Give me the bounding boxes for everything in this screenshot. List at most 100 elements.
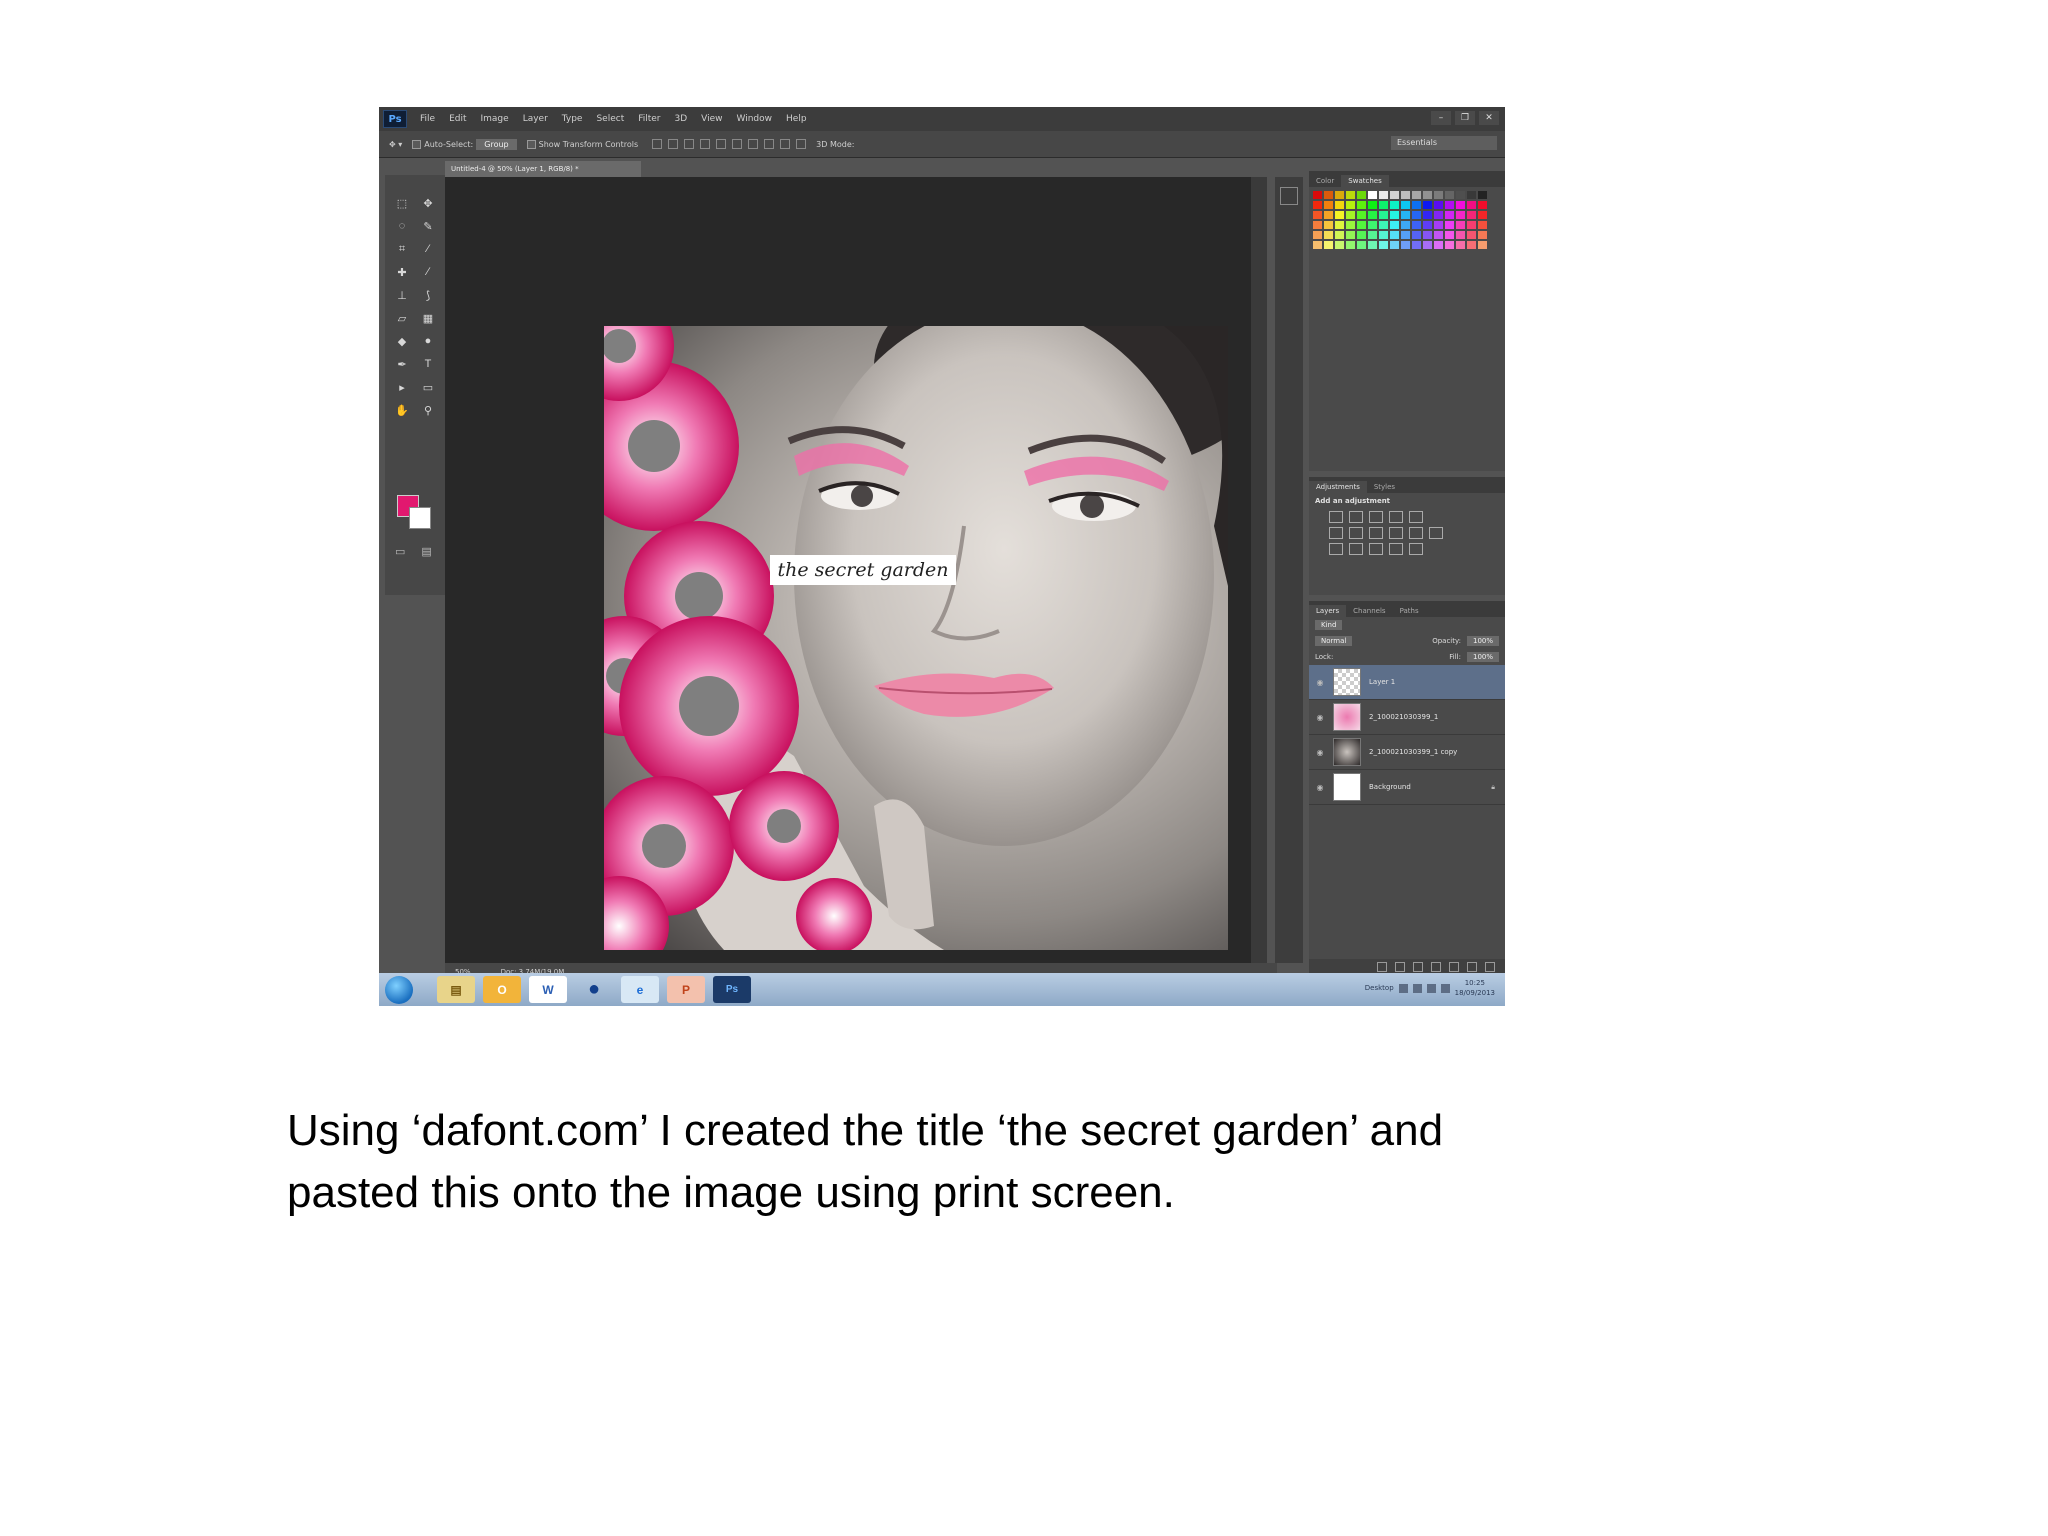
align-icon[interactable] bbox=[716, 139, 727, 149]
swatch[interactable] bbox=[1324, 191, 1333, 199]
volume-icon[interactable] bbox=[1412, 983, 1422, 993]
swatch[interactable] bbox=[1390, 231, 1399, 239]
swatch[interactable] bbox=[1390, 201, 1399, 209]
distribute-icon[interactable] bbox=[764, 139, 775, 149]
swatch[interactable] bbox=[1324, 201, 1333, 209]
close-button[interactable]: ✕ bbox=[1479, 111, 1499, 125]
swatch[interactable] bbox=[1412, 241, 1421, 249]
minimize-button[interactable]: – bbox=[1431, 111, 1451, 125]
swatch[interactable] bbox=[1445, 211, 1454, 219]
swatch[interactable] bbox=[1368, 221, 1377, 229]
swatch[interactable] bbox=[1401, 191, 1410, 199]
swatch[interactable] bbox=[1434, 231, 1443, 239]
tab-styles[interactable]: Styles bbox=[1367, 481, 1402, 493]
swatch[interactable] bbox=[1379, 191, 1388, 199]
swatch[interactable] bbox=[1423, 221, 1432, 229]
menu-3d[interactable]: 3D bbox=[675, 114, 688, 124]
swatch[interactable] bbox=[1390, 241, 1399, 249]
marquee-tool-icon[interactable]: ⬚ bbox=[393, 193, 411, 213]
healing-brush-icon[interactable]: ✚ bbox=[393, 262, 411, 282]
swatch[interactable] bbox=[1368, 201, 1377, 209]
swatch[interactable] bbox=[1456, 221, 1465, 229]
swatch[interactable] bbox=[1368, 241, 1377, 249]
swatch[interactable] bbox=[1379, 221, 1388, 229]
move-tool-icon[interactable]: ✥ ▾ bbox=[389, 140, 402, 149]
layer-row[interactable]: ◉ Background 🔒︎ bbox=[1309, 770, 1505, 805]
swatch[interactable] bbox=[1335, 231, 1344, 239]
eraser-tool-icon[interactable]: ▱ bbox=[393, 308, 411, 328]
lasso-tool-icon[interactable]: ◌ bbox=[393, 216, 411, 236]
swatch[interactable] bbox=[1434, 201, 1443, 209]
swatch[interactable] bbox=[1423, 191, 1432, 199]
swatch[interactable] bbox=[1346, 201, 1355, 209]
explorer-icon[interactable]: ▤ bbox=[437, 976, 475, 1003]
hand-tool-icon[interactable]: ✋ bbox=[393, 400, 411, 420]
swatch[interactable] bbox=[1467, 241, 1476, 249]
swatch[interactable] bbox=[1357, 211, 1366, 219]
transform-controls-checkbox[interactable] bbox=[526, 139, 536, 149]
menu-file[interactable]: File bbox=[420, 114, 435, 124]
desktop-label[interactable]: Desktop bbox=[1365, 984, 1394, 992]
swatch[interactable] bbox=[1445, 221, 1454, 229]
swatch[interactable] bbox=[1423, 241, 1432, 249]
auto-select-option[interactable]: Auto-Select: Group bbox=[412, 138, 517, 150]
align-icon[interactable] bbox=[700, 139, 711, 149]
tab-layers[interactable]: Layers bbox=[1309, 605, 1347, 617]
swatch[interactable] bbox=[1478, 191, 1487, 199]
transform-controls-option[interactable]: Show Transform Controls bbox=[526, 139, 638, 149]
swatch[interactable] bbox=[1346, 211, 1355, 219]
tab-channels[interactable]: Channels bbox=[1346, 605, 1392, 617]
swatch[interactable] bbox=[1412, 191, 1421, 199]
crop-tool-icon[interactable]: ⌗ bbox=[393, 239, 411, 259]
swatch[interactable] bbox=[1478, 231, 1487, 239]
workspace-dropdown[interactable]: Essentials bbox=[1391, 136, 1497, 150]
swatch[interactable] bbox=[1412, 201, 1421, 209]
tab-swatches[interactable]: Swatches bbox=[1341, 175, 1389, 187]
swatch[interactable] bbox=[1313, 241, 1322, 249]
swatch[interactable] bbox=[1401, 221, 1410, 229]
canvas-pasteboard[interactable]: the secret garden bbox=[445, 177, 1267, 963]
photo-filter-icon[interactable] bbox=[1389, 527, 1403, 539]
swatch[interactable] bbox=[1434, 191, 1443, 199]
mask-icon[interactable] bbox=[1413, 962, 1423, 972]
menu-type[interactable]: Type bbox=[562, 114, 583, 124]
swatch[interactable] bbox=[1412, 231, 1421, 239]
network-icon[interactable] bbox=[1398, 983, 1408, 993]
swatch[interactable] bbox=[1467, 201, 1476, 209]
swatch[interactable] bbox=[1445, 191, 1454, 199]
invert-icon[interactable] bbox=[1329, 543, 1343, 555]
color-lookup-icon[interactable] bbox=[1429, 527, 1443, 539]
swatch[interactable] bbox=[1467, 191, 1476, 199]
swatch[interactable] bbox=[1379, 211, 1388, 219]
swatch[interactable] bbox=[1368, 191, 1377, 199]
swatch[interactable] bbox=[1357, 221, 1366, 229]
swatch[interactable] bbox=[1368, 231, 1377, 239]
title-text-card[interactable]: the secret garden bbox=[770, 555, 956, 585]
swatch[interactable] bbox=[1346, 221, 1355, 229]
swatch[interactable] bbox=[1346, 241, 1355, 249]
swatch[interactable] bbox=[1379, 231, 1388, 239]
swatch[interactable] bbox=[1445, 241, 1454, 249]
vibrance-icon[interactable] bbox=[1409, 511, 1423, 523]
swatch[interactable] bbox=[1467, 221, 1476, 229]
quick-select-icon[interactable]: ✎ bbox=[419, 216, 437, 236]
swatch[interactable] bbox=[1390, 191, 1399, 199]
kind-filter-dropdown[interactable]: Kind bbox=[1315, 620, 1343, 630]
tab-color[interactable]: Color bbox=[1309, 175, 1341, 187]
swatch[interactable] bbox=[1357, 241, 1366, 249]
menu-view[interactable]: View bbox=[701, 114, 722, 124]
menu-layer[interactable]: Layer bbox=[523, 114, 548, 124]
background-color-swatch[interactable] bbox=[409, 507, 431, 529]
vertical-scrollbar[interactable] bbox=[1251, 177, 1267, 963]
threshold-icon[interactable] bbox=[1369, 543, 1383, 555]
fx-icon[interactable] bbox=[1395, 962, 1405, 972]
align-icon[interactable] bbox=[668, 139, 679, 149]
swatch[interactable] bbox=[1445, 201, 1454, 209]
restore-button[interactable]: ❐ bbox=[1455, 111, 1475, 125]
menu-filter[interactable]: Filter bbox=[638, 114, 660, 124]
new-group-icon[interactable] bbox=[1449, 962, 1459, 972]
menu-image[interactable]: Image bbox=[481, 114, 509, 124]
swatch[interactable] bbox=[1456, 201, 1465, 209]
zoom-tool-icon[interactable]: ⚲ bbox=[419, 400, 437, 420]
swatch[interactable] bbox=[1478, 211, 1487, 219]
